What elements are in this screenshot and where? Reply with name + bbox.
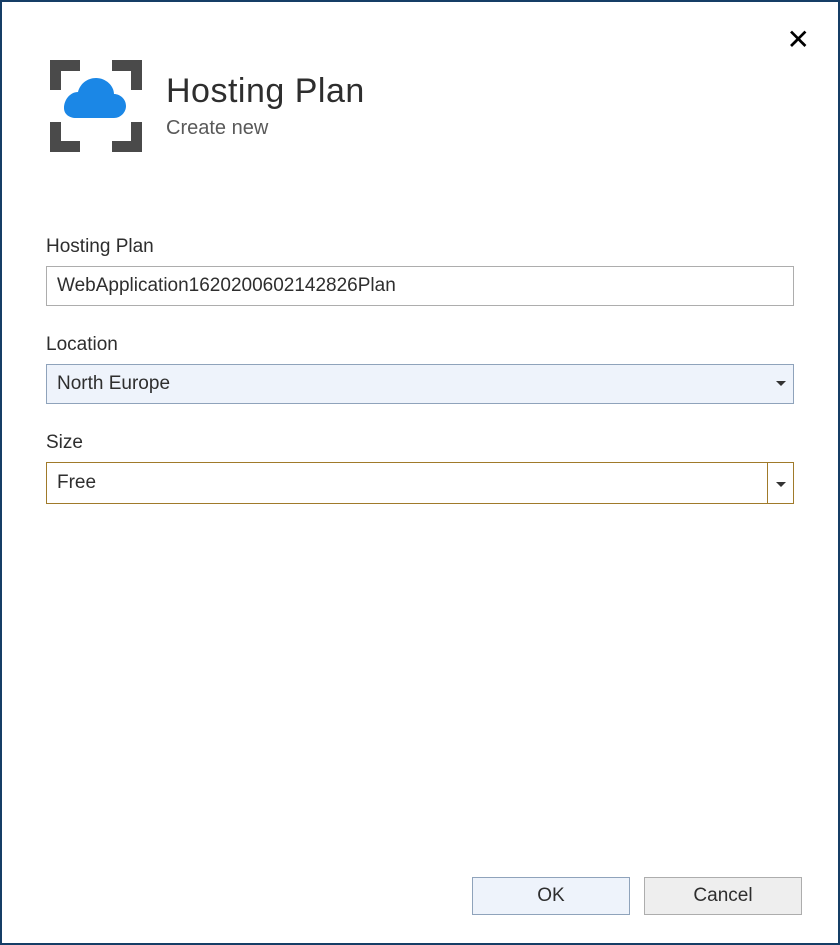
size-label: Size	[46, 432, 794, 454]
hosting-plan-field-group: Hosting Plan	[46, 236, 794, 306]
hosting-plan-dialog: ✕	[0, 0, 840, 945]
location-label: Location	[46, 334, 794, 356]
dialog-title: Hosting Plan	[166, 72, 365, 111]
size-value: Free	[57, 472, 767, 494]
dialog-subtitle: Create new	[166, 117, 365, 140]
hosting-plan-input[interactable]	[46, 266, 794, 306]
close-button[interactable]: ✕	[787, 26, 810, 54]
location-select[interactable]: North Europe	[46, 364, 794, 404]
location-value: North Europe	[57, 373, 170, 395]
hosting-plan-label: Hosting Plan	[46, 236, 794, 258]
size-dropdown-button[interactable]	[767, 463, 793, 503]
dialog-header: Hosting Plan Create new	[2, 2, 838, 166]
close-icon: ✕	[787, 24, 810, 55]
cancel-button[interactable]: Cancel	[644, 877, 802, 915]
ok-button-label: OK	[537, 885, 564, 907]
dialog-content: Hosting Plan Location North Europe Size …	[2, 166, 838, 504]
cloud-bracket-icon	[46, 56, 146, 156]
cancel-button-label: Cancel	[693, 885, 752, 907]
dialog-footer: OK Cancel	[472, 877, 802, 915]
location-field-group: Location North Europe	[46, 334, 794, 404]
header-text: Hosting Plan Create new	[166, 72, 365, 140]
ok-button[interactable]: OK	[472, 877, 630, 915]
chevron-down-icon	[776, 472, 786, 494]
size-field-group: Size Free	[46, 432, 794, 504]
size-select[interactable]: Free	[46, 462, 794, 504]
